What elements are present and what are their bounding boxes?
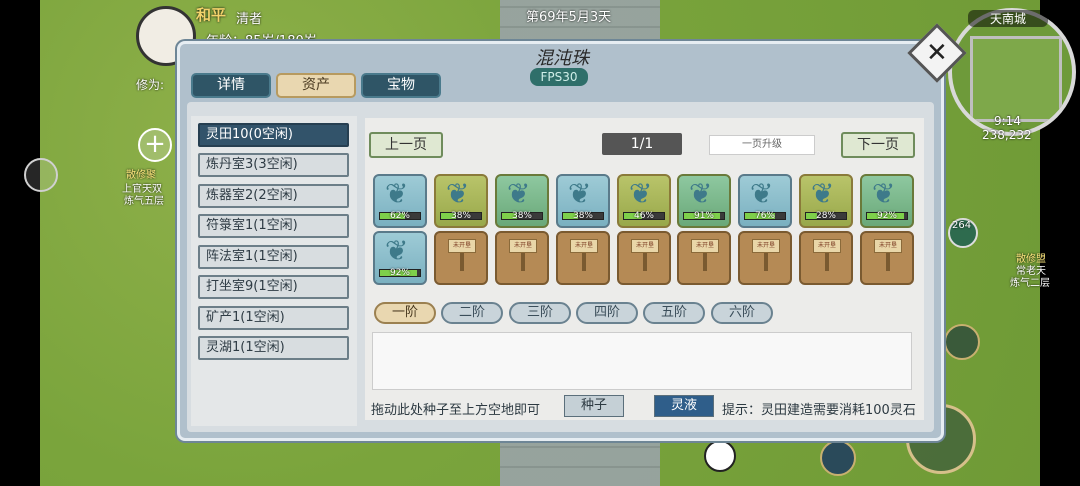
- add-icon[interactable]: +: [138, 128, 172, 162]
- npc-label: 散修聚: [126, 170, 156, 181]
- prev-page-button[interactable]: 上一页: [369, 132, 443, 158]
- sign-post: [703, 253, 707, 271]
- uncultivated-sign: 未开垦: [874, 239, 902, 253]
- drag-hint: 拖动此处种子至上方空地即可: [371, 403, 541, 418]
- growth-percent: 92%: [876, 211, 897, 221]
- growth-percent: 46%: [633, 211, 654, 221]
- growth-percent: 38%: [572, 211, 593, 221]
- close-icon: ✕: [926, 37, 948, 68]
- sign-post: [460, 253, 464, 271]
- npc-label: 炼气二层: [1010, 278, 1050, 289]
- sign-post: [521, 253, 525, 271]
- grade-tab-1[interactable]: 一阶: [374, 302, 436, 324]
- herb-icon: ❦: [385, 234, 409, 267]
- facility-spirit-lake[interactable]: 灵湖1(1空闲): [198, 336, 349, 360]
- uncultivated-sign: 未开垦: [448, 239, 476, 253]
- sign-post: [825, 253, 829, 271]
- fps-counter: FPS30: [530, 68, 588, 86]
- grade-tab-2[interactable]: 二阶: [441, 302, 503, 324]
- panel-title: 混沌珠: [535, 48, 589, 69]
- empty-field[interactable]: 未开垦: [799, 231, 853, 285]
- empty-field[interactable]: 未开垦: [860, 231, 914, 285]
- taiji-icon[interactable]: [704, 440, 736, 472]
- minimap-coords: 238,232: [982, 128, 1032, 142]
- planted-field[interactable]: ❦ 28%: [799, 174, 853, 228]
- water-skill-icon[interactable]: [820, 440, 856, 476]
- badge-count: 264: [952, 220, 972, 231]
- uncultivated-sign: 未开垦: [691, 239, 719, 253]
- herb-icon: ❦: [689, 177, 713, 210]
- growth-percent: 91%: [693, 211, 714, 221]
- planted-field[interactable]: ❦ 92%: [860, 174, 914, 228]
- empty-field[interactable]: 未开垦: [434, 231, 488, 285]
- empty-field[interactable]: 未开垦: [495, 231, 549, 285]
- growth-percent: 92%: [389, 268, 410, 278]
- facility-formation-room[interactable]: 阵法室1(1空闲): [198, 245, 349, 269]
- facility-talisman-room[interactable]: 符箓室1(1空闲): [198, 214, 349, 238]
- tab-details[interactable]: 详情: [191, 73, 271, 98]
- herb-icon: ❦: [872, 177, 896, 210]
- empty-field[interactable]: 未开垦: [738, 231, 792, 285]
- planted-field[interactable]: ❦ 46%: [617, 174, 671, 228]
- grade-tab-3[interactable]: 三阶: [509, 302, 571, 324]
- empty-field[interactable]: 未开垦: [677, 231, 731, 285]
- herb-icon: ❦: [446, 177, 470, 210]
- player-title: 清者: [236, 12, 263, 27]
- uncultivated-sign: 未开垦: [813, 239, 841, 253]
- sign-post: [886, 253, 890, 271]
- cultivation-label: 修为:: [136, 78, 165, 92]
- planted-field[interactable]: ❦ 76%: [738, 174, 792, 228]
- planted-field[interactable]: ❦ 38%: [556, 174, 610, 228]
- fire-skill-icon[interactable]: [944, 324, 980, 360]
- facility-meditation-room[interactable]: 打坐室9(1空闲): [198, 275, 349, 299]
- build-tip: 提示：灵田建造需要消耗100灵石: [722, 403, 916, 418]
- facility-spirit-field[interactable]: 灵田10(0空闲): [198, 123, 349, 147]
- liquid-button[interactable]: 灵液: [654, 395, 714, 417]
- facility-mine[interactable]: 矿产1(1空闲): [198, 306, 349, 330]
- planted-field[interactable]: ❦ 62%: [373, 174, 427, 228]
- uncultivated-sign: 未开垦: [509, 239, 537, 253]
- grade-tab-5[interactable]: 五阶: [643, 302, 705, 324]
- game-date: 第69年5月3天: [526, 10, 612, 25]
- page-indicator: 1/1: [602, 133, 682, 155]
- planted-field[interactable]: ❦ 92%: [373, 231, 427, 285]
- tab-treasures[interactable]: 宝物: [361, 73, 441, 98]
- herb-icon: ❦: [568, 177, 592, 210]
- herb-icon: ❦: [507, 177, 531, 210]
- growth-percent: 76%: [754, 211, 775, 221]
- sign-post: [643, 253, 647, 271]
- tab-assets[interactable]: 资产: [276, 73, 356, 98]
- grade-tab-4[interactable]: 四阶: [576, 302, 638, 324]
- next-page-button[interactable]: 下一页: [841, 132, 915, 158]
- herb-icon: ❦: [629, 177, 653, 210]
- empty-field[interactable]: 未开垦: [617, 231, 671, 285]
- seed-button[interactable]: 种子: [564, 395, 624, 417]
- minimap-time: 9:14: [994, 114, 1021, 128]
- growth-percent: 38%: [511, 211, 532, 221]
- upgrade-page-button[interactable]: 一页升级: [709, 135, 815, 155]
- player-name: 和平: [196, 6, 227, 24]
- herb-icon: ❦: [811, 177, 835, 210]
- sign-post: [582, 253, 586, 271]
- growth-percent: 38%: [450, 211, 471, 221]
- growth-percent: 62%: [389, 211, 410, 221]
- uncultivated-sign: 未开垦: [752, 239, 780, 253]
- minimap-city-name: 天南城: [968, 10, 1048, 27]
- herb-icon: ❦: [750, 177, 774, 210]
- uncultivated-sign: 未开垦: [631, 239, 659, 253]
- grade-tab-6[interactable]: 六阶: [711, 302, 773, 324]
- seed-slot-area[interactable]: [372, 332, 912, 390]
- planted-field[interactable]: ❦ 38%: [495, 174, 549, 228]
- joystick-icon[interactable]: [24, 158, 58, 192]
- herb-icon: ❦: [385, 177, 409, 210]
- sign-post: [764, 253, 768, 271]
- npc-label: 炼气五层: [124, 196, 164, 207]
- facility-forge-room[interactable]: 炼器室2(2空闲): [198, 184, 349, 208]
- facility-alchemy-room[interactable]: 炼丹室3(3空闲): [198, 153, 349, 177]
- planted-field[interactable]: ❦ 91%: [677, 174, 731, 228]
- uncultivated-sign: 未开垦: [570, 239, 598, 253]
- planted-field[interactable]: ❦ 38%: [434, 174, 488, 228]
- growth-percent: 28%: [815, 211, 836, 221]
- empty-field[interactable]: 未开垦: [556, 231, 610, 285]
